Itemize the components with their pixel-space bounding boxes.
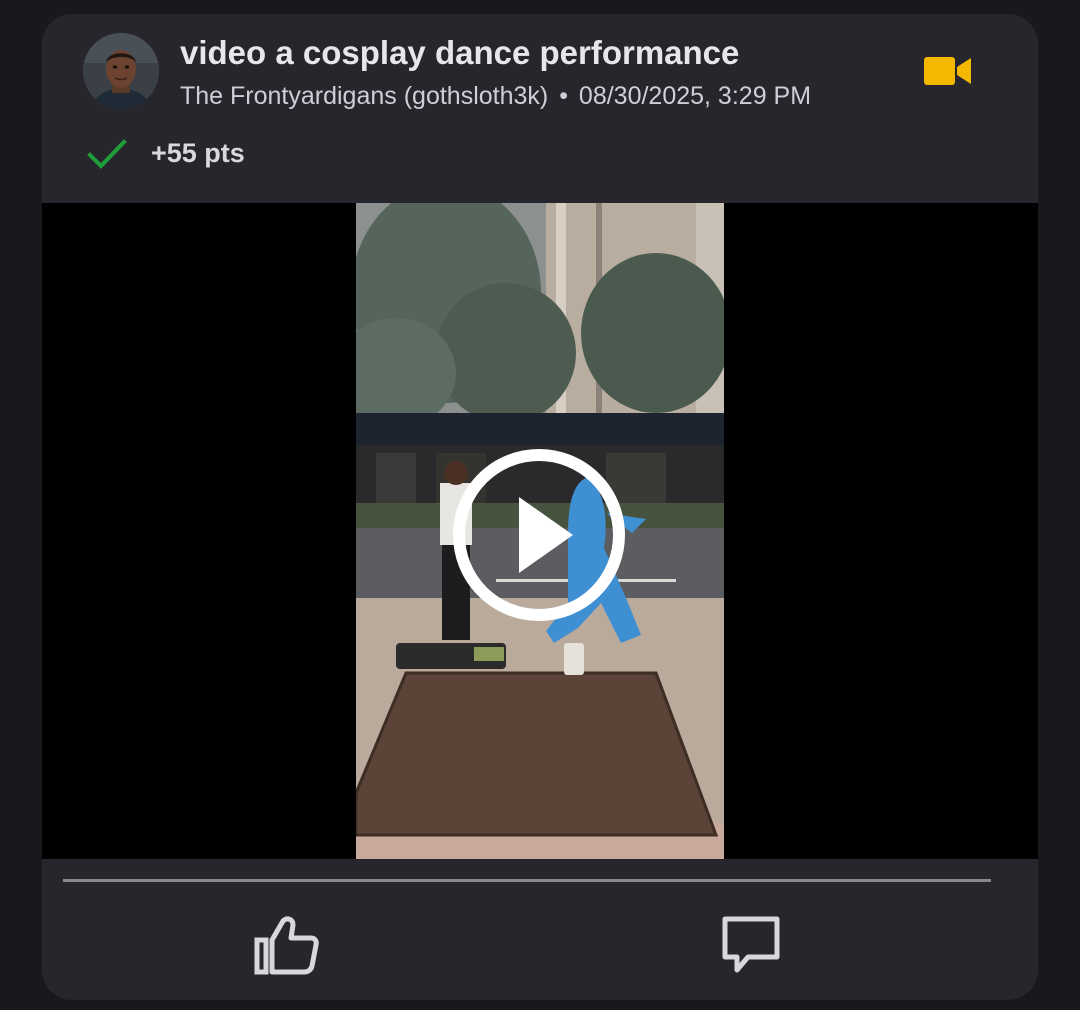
- avatar-image: [83, 33, 159, 109]
- post-title[interactable]: video a cosplay dance performance: [180, 34, 739, 72]
- post-card: video a cosplay dance performance The Fr…: [42, 14, 1038, 1000]
- video-thumbnail[interactable]: [356, 203, 724, 859]
- video-camera-icon: [924, 57, 971, 85]
- checkmark-icon: [87, 139, 127, 169]
- post-author[interactable]: The Frontyardigans (gothsloth3k): [180, 82, 548, 110]
- comment-icon[interactable]: [720, 914, 782, 976]
- points-earned: +55 pts: [151, 138, 245, 168]
- video-player[interactable]: [42, 203, 1038, 859]
- thumbs-up-icon[interactable]: [252, 914, 320, 976]
- play-button[interactable]: [449, 445, 629, 625]
- video-progress-bar[interactable]: [63, 879, 991, 882]
- meta-separator: •: [559, 82, 568, 110]
- play-icon: [519, 497, 573, 573]
- post-timestamp: 08/30/2025, 3:29 PM: [578, 82, 812, 110]
- avatar[interactable]: [83, 33, 159, 109]
- post-meta: The Frontyardigans (gothsloth3k) • 08/30…: [180, 82, 811, 111]
